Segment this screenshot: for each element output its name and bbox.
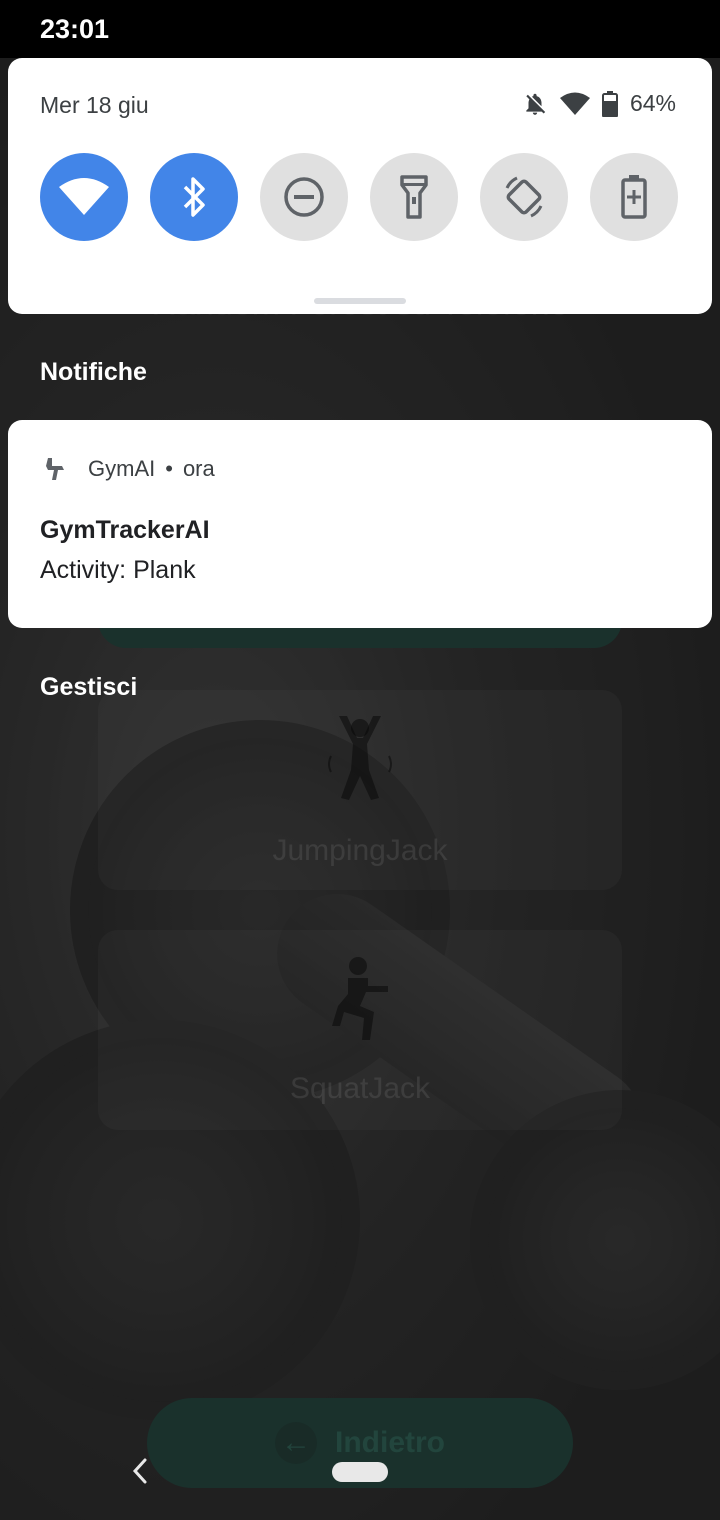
rotate-icon xyxy=(501,174,547,220)
bluetooth-icon xyxy=(179,175,209,219)
notifications-header: Notifiche xyxy=(40,358,147,386)
gymai-app-icon xyxy=(46,458,64,480)
notification-title: GymTrackerAI xyxy=(40,516,210,544)
tile-auto-rotate[interactable] xyxy=(480,153,568,241)
battery-icon xyxy=(601,90,618,117)
quick-settings-drag-handle[interactable] xyxy=(314,298,406,304)
nav-back-icon[interactable] xyxy=(128,1456,152,1486)
quick-settings-date[interactable]: Mer 18 giu xyxy=(40,92,149,119)
notification-card[interactable]: GymAI • ora GymTrackerAI Activity: Plank xyxy=(8,420,712,628)
quick-settings-panel: Mer 18 giu 64% xyxy=(8,58,712,314)
flashlight-icon xyxy=(399,175,429,219)
nav-home-handle[interactable] xyxy=(332,1462,388,1482)
battery-saver-icon xyxy=(621,175,647,219)
battery-percent: 64% xyxy=(629,90,676,116)
notification-text: Activity: Plank xyxy=(40,556,196,584)
tile-battery-saver[interactable] xyxy=(590,153,678,241)
quick-settings-status-icons: 64% xyxy=(522,90,676,117)
wifi-icon xyxy=(559,92,590,116)
tile-do-not-disturb[interactable] xyxy=(260,153,348,241)
notification-time: ora xyxy=(182,456,215,481)
tile-flashlight[interactable] xyxy=(370,153,458,241)
tile-wifi[interactable] xyxy=(40,153,128,241)
manage-notifications-button[interactable]: Gestisci xyxy=(40,673,137,702)
notification-app-name: GymAI xyxy=(88,456,156,481)
notification-header: GymAI • ora xyxy=(42,456,215,482)
tile-bluetooth[interactable] xyxy=(150,153,238,241)
status-bar: 23:01 xyxy=(0,0,720,58)
notifications-off-icon xyxy=(522,91,548,117)
wifi-icon xyxy=(59,177,109,217)
quick-settings-tiles xyxy=(40,153,678,241)
status-time: 23:01 xyxy=(40,14,110,44)
notification-separator: • xyxy=(165,456,173,481)
do-not-disturb-icon xyxy=(282,175,326,219)
